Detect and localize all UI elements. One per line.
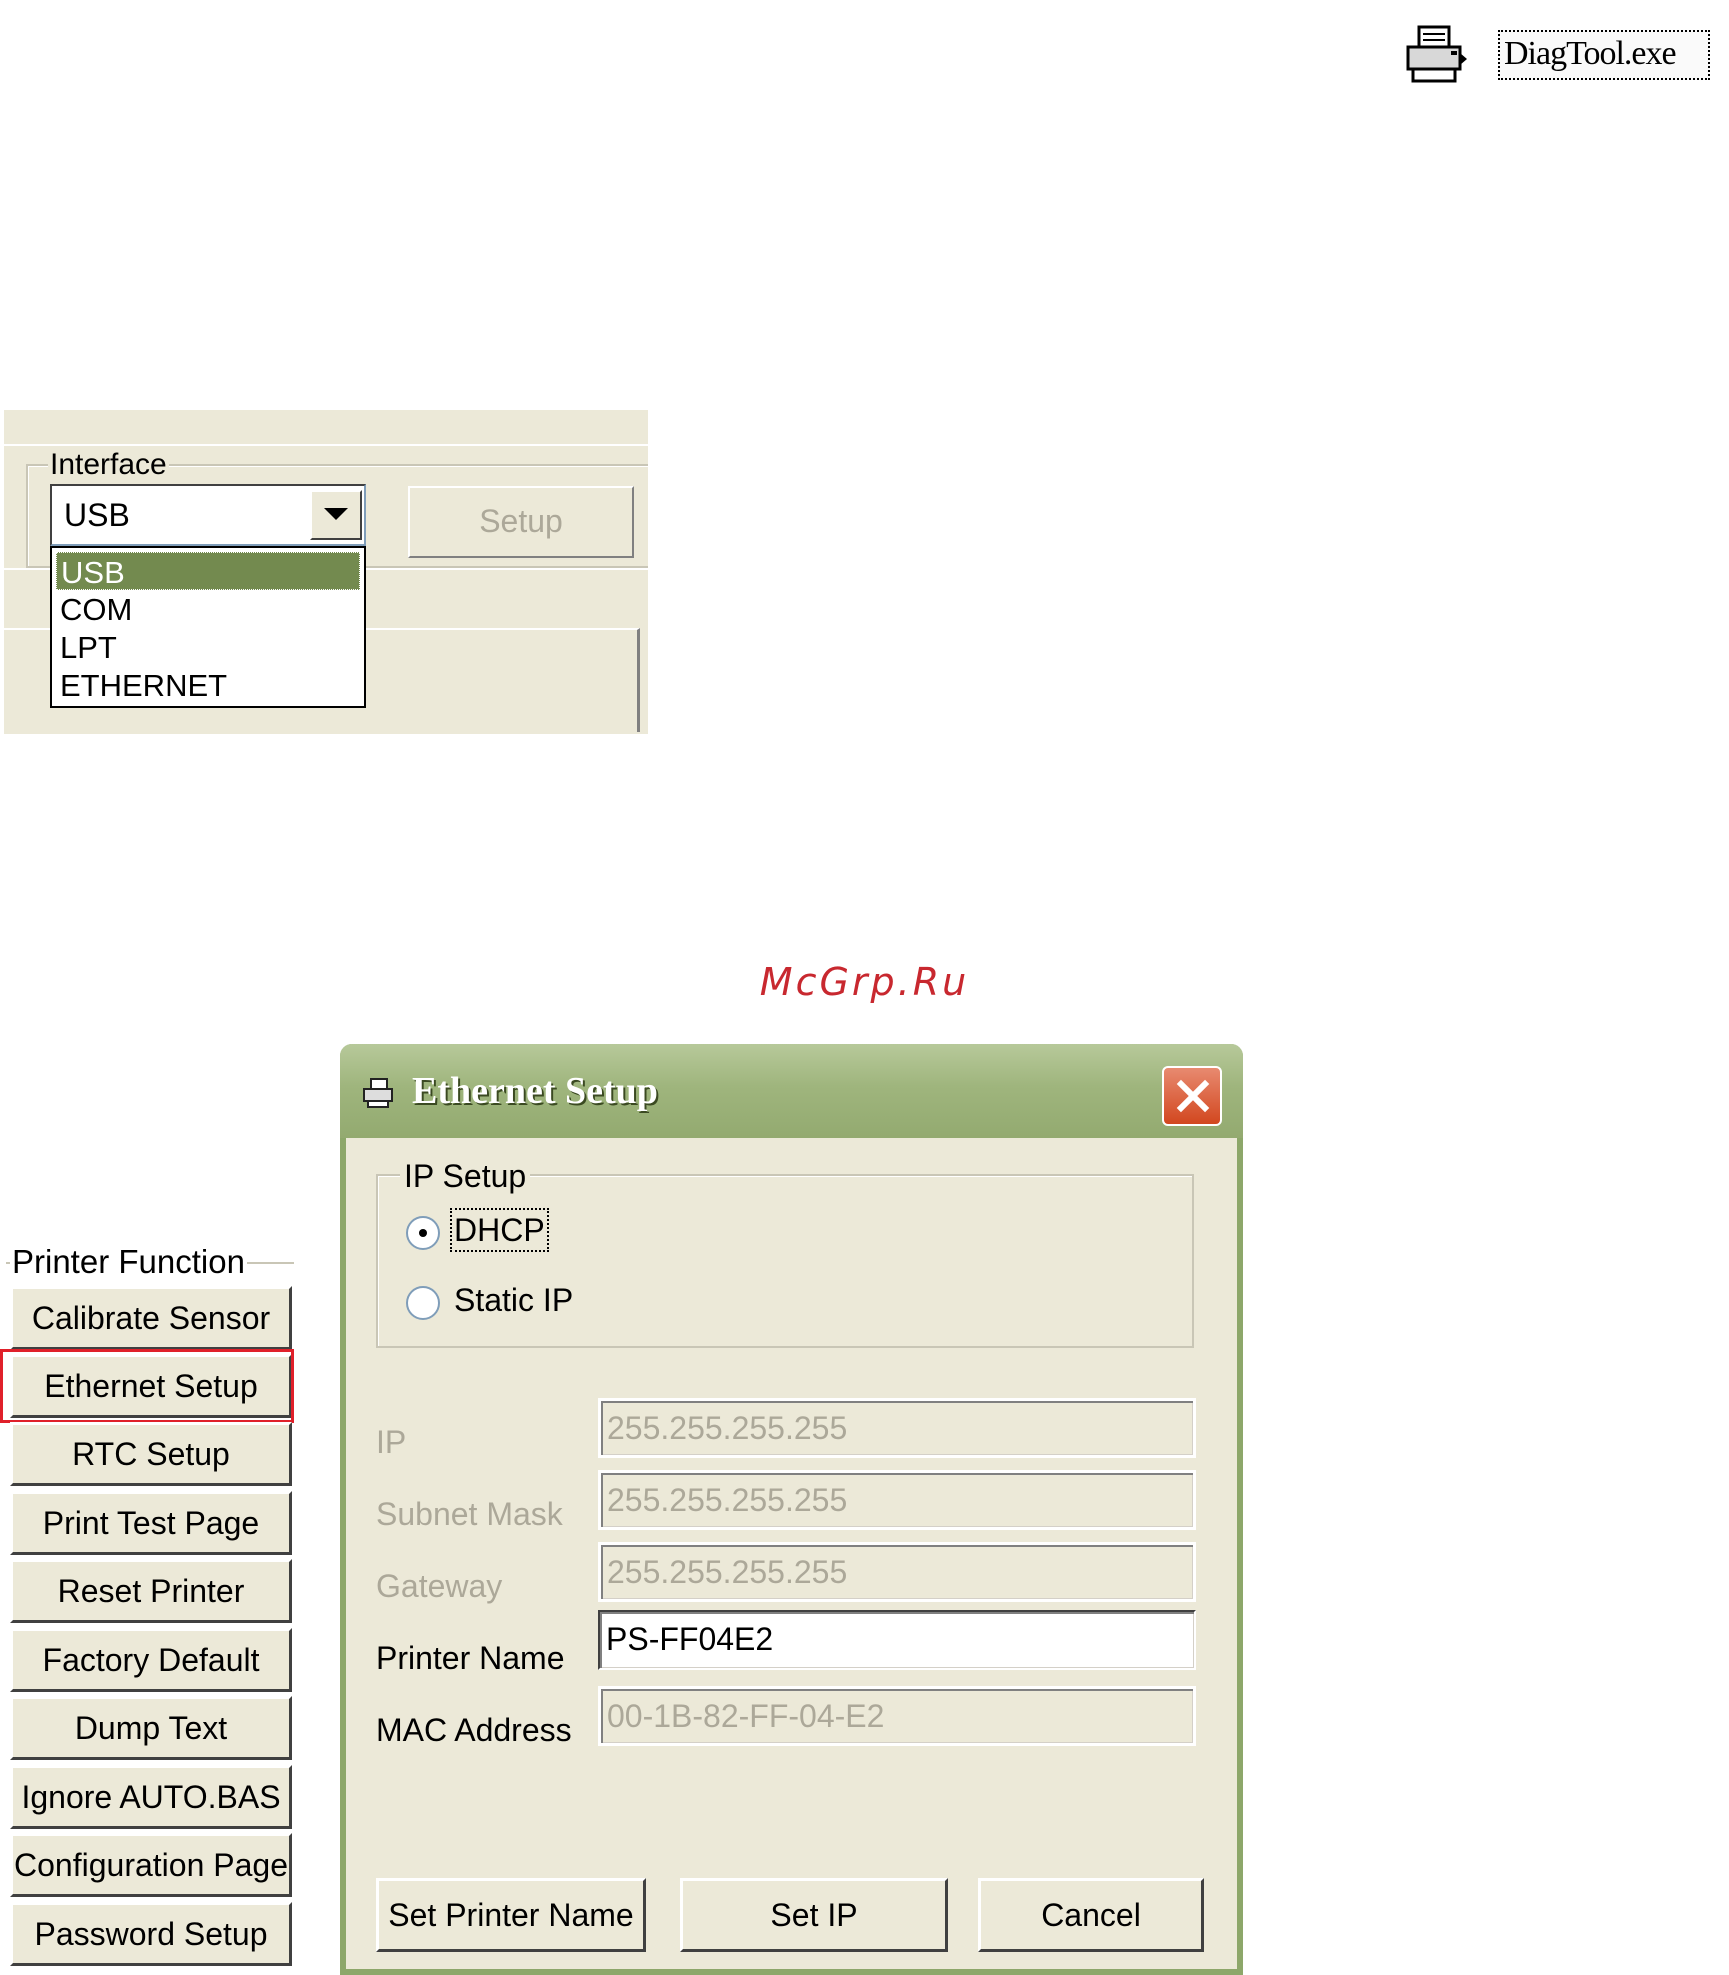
dump-text-button[interactable]: Dump Text [10,1696,292,1760]
ip-setup-group [376,1174,1194,1348]
gateway-label: Gateway [376,1568,503,1604]
printer-function-title: Printer Function [10,1242,247,1282]
setup-button[interactable]: Setup [408,486,634,558]
interface-panel: Interface Setup USB USB COM LPT ETHERNET [4,410,648,734]
calibrate-sensor-button[interactable]: Calibrate Sensor [10,1286,292,1350]
subnet-mask-field[interactable]: 255.255.255.255 [598,1470,1196,1530]
dropdown-option[interactable]: COM [56,590,360,628]
dropdown-option[interactable]: LPT [56,628,360,666]
print-test-page-button[interactable]: Print Test Page [10,1491,292,1555]
gateway-field[interactable]: 255.255.255.255 [598,1542,1196,1602]
interface-dropdown-list[interactable]: USB COM LPT ETHERNET [50,546,366,708]
static-ip-radio[interactable] [406,1286,440,1320]
watermark: McGrp.Ru [759,960,970,1004]
interface-selected-value: USB [64,497,130,533]
dialog-title: Ethernet Setup [412,1070,658,1112]
dropdown-option[interactable]: ETHERNET [56,666,360,704]
ip-label: IP [376,1424,407,1460]
dhcp-label[interactable]: DHCP [450,1208,549,1252]
interface-group-title: Interface [48,448,169,482]
factory-default-button[interactable]: Factory Default [10,1628,292,1692]
interface-combobox[interactable]: USB [50,484,366,546]
radio-dot [419,1229,427,1237]
set-printer-name-button[interactable]: Set Printer Name [376,1878,646,1952]
configuration-page-button[interactable]: Configuration Page [10,1833,292,1897]
divider [4,444,648,446]
ethernet-setup-dialog: Ethernet Setup IP Setup DHCP Static IP I… [340,1044,1243,1975]
password-setup-button[interactable]: Password Setup [10,1902,292,1966]
diagtool-label[interactable]: DiagTool.exe [1498,30,1710,80]
printer-icon [363,1078,393,1108]
rtc-setup-button[interactable]: RTC Setup [10,1422,292,1486]
subnet-mask-label: Subnet Mask [376,1496,563,1532]
close-icon[interactable] [1162,1066,1222,1126]
dropdown-button[interactable] [310,490,362,540]
printer-function-panel: Printer Function Calibrate Sensor Ethern… [0,1240,296,1975]
printer-icon [1406,25,1467,83]
ip-field[interactable]: 255.255.255.255 [598,1398,1196,1458]
cancel-button[interactable]: Cancel [978,1878,1204,1952]
title-bar[interactable]: Ethernet Setup [340,1044,1243,1138]
highlight-box [0,1349,294,1423]
mac-address-label: MAC Address [376,1712,572,1748]
printer-name-label: Printer Name [376,1640,565,1676]
dhcp-radio[interactable] [406,1216,440,1250]
set-ip-button[interactable]: Set IP [680,1878,948,1952]
printer-name-field[interactable]: PS-FF04E2 [598,1610,1196,1670]
diagtool-shortcut[interactable]: DiagTool.exe [1405,20,1729,90]
ip-setup-title: IP Setup [400,1156,531,1196]
reset-printer-button[interactable]: Reset Printer [10,1559,292,1623]
ignore-autobas-button[interactable]: Ignore AUTO.BAS [10,1765,292,1829]
chevron-down-icon [324,508,348,520]
dropdown-option[interactable]: USB [56,552,360,590]
mac-address-field[interactable]: 00-1B-82-FF-04-E2 [598,1686,1196,1746]
static-ip-label[interactable]: Static IP [454,1280,573,1320]
